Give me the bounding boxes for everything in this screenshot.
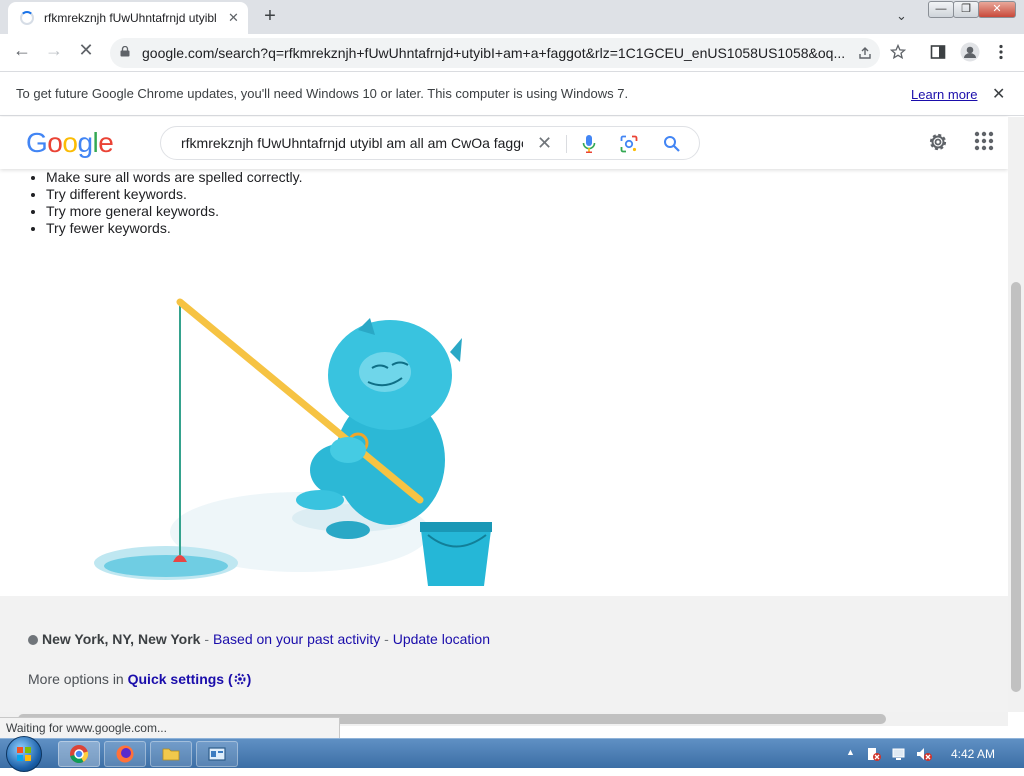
separator: -	[200, 631, 213, 647]
search-icon[interactable]	[663, 135, 681, 153]
page-footer: New York, NY, New York - Based on your p…	[0, 596, 1008, 712]
share-icon[interactable]	[858, 46, 872, 60]
search-input[interactable]: rfkmrekznjh fUwUhntafrnjd utyibl am all …	[181, 135, 523, 151]
close-window-button[interactable]: ✕	[978, 1, 1016, 18]
side-panel-icon[interactable]	[930, 44, 946, 60]
clear-search-icon[interactable]: ✕	[537, 133, 552, 154]
update-location-link[interactable]: Update location	[393, 631, 490, 647]
suggestion-item: Try different keywords.	[46, 186, 303, 203]
windows-logo-icon	[17, 747, 31, 761]
suggestion-item: Try more general keywords.	[46, 203, 303, 220]
google-apps-grid-icon[interactable]	[974, 131, 994, 151]
more-menu-icon[interactable]	[998, 44, 1004, 60]
loading-spinner-icon	[20, 11, 34, 25]
status-bar: Waiting for www.google.com...	[0, 717, 340, 739]
search-suggestions-list: Make sure all words are spelled correctl…	[26, 169, 303, 237]
volume-muted-icon[interactable]	[915, 746, 933, 762]
action-center-icon[interactable]	[866, 746, 882, 762]
chrome-icon	[70, 745, 89, 764]
more-options-label: More options in	[28, 671, 128, 687]
location-dot-icon	[28, 635, 38, 645]
bookmark-star-icon[interactable]	[890, 44, 906, 60]
tab-title: rfkmrekznjh fUwUhntafrnjd utyibl	[44, 11, 217, 25]
search-divider	[566, 135, 567, 153]
separator: -	[380, 631, 393, 647]
google-header: Google rfkmrekznjh fUwUhntafrnjd utyibl …	[0, 117, 1008, 169]
suggestion-item: Make sure all words are spelled correctl…	[46, 169, 303, 186]
location-line: New York, NY, New York - Based on your p…	[28, 631, 490, 647]
taskbar-app[interactable]	[196, 741, 238, 767]
restore-button[interactable]: ❐	[953, 1, 979, 18]
tab-search-icon[interactable]: ⌄	[896, 8, 907, 24]
tab-strip: rfkmrekznjh fUwUhntafrnjd utyibl ✕ + ⌄ —…	[0, 0, 1024, 34]
logo-letter: o	[62, 127, 78, 158]
logo-letter: e	[98, 127, 114, 158]
past-activity-link[interactable]: Based on your past activity	[213, 631, 380, 647]
minimize-button[interactable]: —	[928, 1, 954, 18]
lock-icon[interactable]	[120, 46, 130, 57]
url-text[interactable]: google.com/search?q=rfkmrekznjh+fUwUhnta…	[142, 45, 848, 61]
tab-close-icon[interactable]: ✕	[228, 10, 239, 26]
firefox-icon	[116, 745, 134, 763]
logo-letter: g	[77, 127, 93, 158]
settings-gear-icon[interactable]	[926, 130, 950, 154]
settings-gear-icon	[234, 673, 246, 685]
taskbar-chrome[interactable]	[58, 741, 100, 767]
search-box[interactable]: rfkmrekznjh fUwUhntafrnjd utyibl am all …	[160, 126, 700, 160]
google-logo[interactable]: Google	[26, 127, 114, 159]
new-tab-button[interactable]: +	[260, 5, 280, 28]
suggestion-item: Try fewer keywords.	[46, 220, 303, 237]
infobar-close-icon[interactable]: ✕	[992, 84, 1005, 104]
logo-letter: G	[26, 127, 48, 158]
tray-expand-icon[interactable]: ▲	[846, 747, 855, 757]
windows-taskbar: ▲ 4:42 AM	[0, 736, 1024, 772]
browser-tab[interactable]: rfkmrekznjh fUwUhntafrnjd utyibl ✕	[8, 2, 248, 34]
more-options-line: More options in Quick settings ()	[28, 671, 251, 687]
address-bar[interactable]: google.com/search?q=rfkmrekznjh+fUwUhnta…	[110, 38, 880, 68]
taskbar-firefox[interactable]	[104, 741, 146, 767]
network-icon[interactable]	[891, 746, 907, 762]
taskbar-explorer[interactable]	[150, 741, 192, 767]
folder-icon	[162, 748, 180, 761]
taskbar-clock[interactable]: 4:42 AM	[951, 747, 995, 761]
infobar-message: To get future Google Chrome updates, you…	[16, 86, 629, 101]
microphone-icon[interactable]	[581, 134, 597, 154]
logo-letter: o	[47, 127, 63, 158]
stop-loading-button[interactable]: ✕	[74, 40, 98, 61]
location-name: New York, NY, New York	[42, 631, 201, 647]
quick-settings-link[interactable]: Quick settings ()	[128, 671, 252, 687]
lens-camera-icon[interactable]	[620, 135, 638, 153]
browser-toolbar: ← → ✕ google.com/search?q=rfkmrekznjh+fU…	[0, 34, 1024, 72]
vertical-scroll-thumb[interactable]	[1011, 282, 1021, 692]
quick-settings-close: )	[246, 671, 252, 687]
back-button[interactable]: ←	[10, 40, 34, 61]
learn-more-link[interactable]: Learn more	[911, 87, 977, 102]
vertical-scrollbar[interactable]	[1008, 117, 1024, 712]
update-infobar: To get future Google Chrome updates, you…	[0, 72, 1024, 116]
quick-settings-label: Quick settings (	[127, 671, 233, 687]
profile-avatar-icon[interactable]	[960, 42, 980, 62]
start-button[interactable]	[6, 736, 42, 772]
control-panel-icon	[208, 747, 226, 761]
fishing-yeti-illustration	[94, 298, 492, 586]
forward-button[interactable]: →	[42, 40, 66, 61]
